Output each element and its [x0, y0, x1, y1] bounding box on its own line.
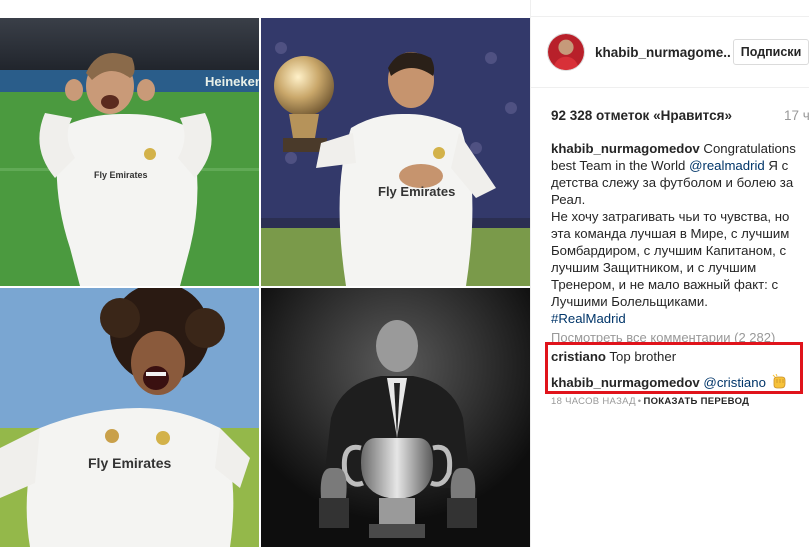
shirt-sponsor-text: Fly Emirates	[88, 455, 171, 471]
photo-player-with-trophy: Fly Emirates	[261, 18, 530, 286]
post-username[interactable]: khabib_nurmagome..	[595, 45, 731, 60]
post-time: 17 ч	[784, 108, 809, 123]
photo-player-shouting: Fly Emirates	[0, 288, 259, 547]
comment-time: 18 ЧАСОВ НАЗАД	[551, 396, 636, 407]
meta-separator: •	[637, 396, 642, 407]
photo-collage[interactable]: Heineken Fly Emirates Fly Emirates Fly E…	[0, 0, 530, 547]
shirt-sponsor-text: Fly Emirates	[94, 170, 148, 180]
show-translation-link[interactable]: ПОКАЗАТЬ ПЕРЕВОД	[643, 396, 749, 407]
fist-bump-emoji-icon	[772, 374, 786, 389]
shirt-sponsor-text: Fly Emirates	[378, 184, 455, 199]
caption-mention-link[interactable]: @realmadrid	[689, 158, 765, 173]
photo-player-celebrating: Heineken Fly Emirates	[0, 18, 259, 286]
post-header: khabib_nurmagome.. Подписки	[531, 16, 809, 88]
comment-mention-link[interactable]: @cristiano	[700, 375, 766, 390]
caption-paragraph: Не хочу затрагивать чьи то чувства, но э…	[551, 209, 790, 309]
comment-username[interactable]: cristiano	[551, 349, 606, 364]
photo-coach-with-trophies	[261, 288, 530, 547]
post-caption: khabib_nurmagomedov Congratulations best…	[551, 140, 801, 327]
post-panel: khabib_nurmagome.. Подписки 92 328 отмет…	[530, 0, 809, 547]
comment-text: Top brother	[605, 349, 677, 364]
comment-item: cristiano Top brother	[551, 349, 676, 364]
caption-hashtag-link[interactable]: #RealMadrid	[551, 311, 626, 326]
likes-count[interactable]: 92 328 отметок «Нравится»	[551, 108, 732, 123]
comment-item: khabib_nurmagomedov @cristiano	[551, 374, 786, 390]
follow-button[interactable]: Подписки	[733, 39, 809, 65]
avatar[interactable]	[547, 33, 585, 71]
comment-meta: 18 ЧАСОВ НАЗАД • ПОКАЗАТЬ ПЕРЕВОД	[551, 396, 749, 407]
caption-username[interactable]: khabib_nurmagomedov	[551, 141, 700, 156]
comment-username[interactable]: khabib_nurmagomedov	[551, 375, 700, 390]
ad-board-text: Heineken	[205, 74, 259, 89]
